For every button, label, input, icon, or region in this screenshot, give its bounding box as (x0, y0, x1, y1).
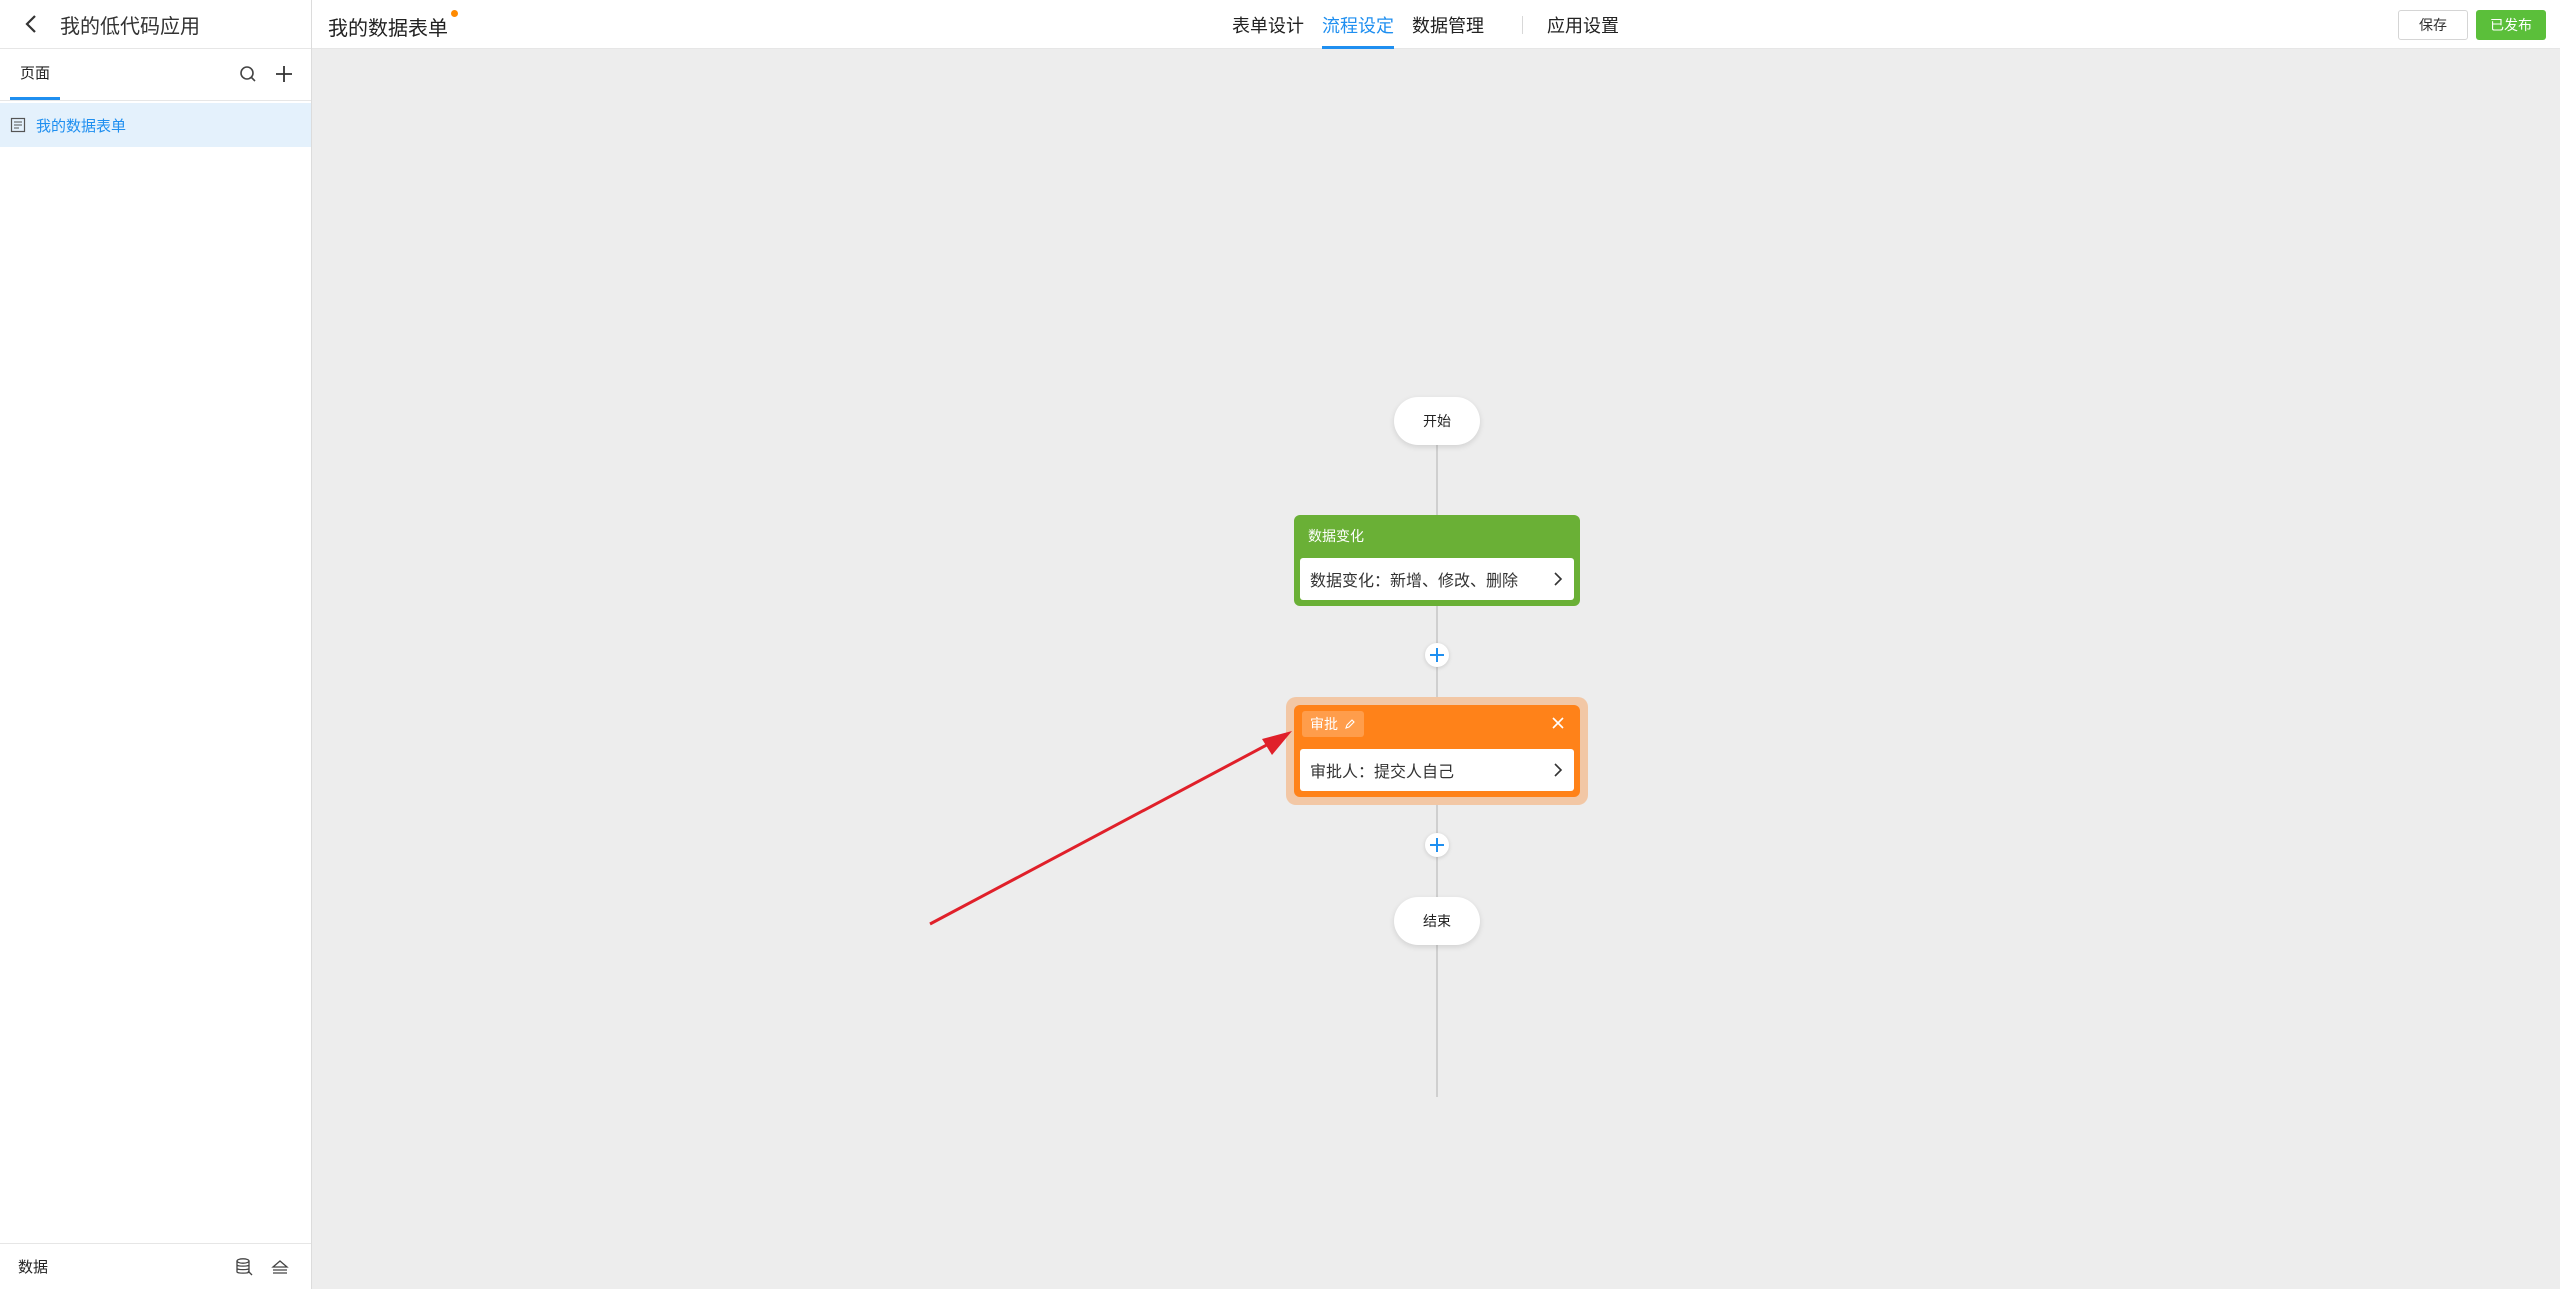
approval-body[interactable]: 审批人：提交人自己 (1300, 749, 1574, 791)
sidebar-item-my-data-form[interactable]: 我的数据表单 (0, 103, 311, 147)
sidebar-footer: 数据 (0, 1243, 311, 1289)
data-change-body[interactable]: 数据变化：新增、修改、删除 (1300, 558, 1574, 600)
tab-pages[interactable]: 页面 (10, 62, 61, 100)
form-title-text: 我的数据表单 (328, 16, 448, 40)
end-node[interactable]: 结束 (1394, 897, 1480, 945)
close-icon[interactable] (1550, 715, 1566, 731)
page-label: 我的数据表单 (36, 116, 127, 135)
add-node-button[interactable] (1425, 833, 1449, 857)
flow-canvas[interactable]: 开始 数据变化 数据变化：新增、修改、删除 审批 审批人：提交人自己 结束 (312, 49, 2560, 1289)
top-header: 我的数据表单 表单设计 流程设定 数据管理 应用设置 保存 已发布 (312, 0, 2560, 49)
tab-form-design[interactable]: 表单设计 (1232, 0, 1304, 49)
data-change-node[interactable]: 数据变化 数据变化：新增、修改、删除 (1294, 515, 1580, 606)
collapse-icon[interactable] (269, 1256, 291, 1278)
approval-title-chip[interactable]: 审批 (1302, 711, 1364, 737)
tab-app-settings[interactable]: 应用设置 (1547, 0, 1619, 49)
sidebar-tabs: 页面 (0, 49, 311, 101)
document-icon (10, 117, 26, 133)
app-title: 我的低代码应用 (60, 13, 200, 38)
data-change-text: 数据变化：新增、修改、删除 (1310, 571, 1519, 590)
data-section-label: 数据 (18, 1258, 49, 1276)
chevron-right-icon (1554, 572, 1563, 586)
plus-icon (1430, 838, 1444, 852)
approval-title: 审批 (1310, 717, 1338, 733)
database-icon[interactable] (233, 1256, 255, 1278)
edit-icon[interactable] (1344, 718, 1356, 730)
chevron-right-icon (1554, 763, 1563, 777)
sidebar: 我的低代码应用 页面 我的数据表单 数据 (0, 0, 312, 1289)
unsaved-dot (451, 10, 458, 17)
form-title: 我的数据表单 (328, 10, 458, 41)
tab-data-management[interactable]: 数据管理 (1412, 0, 1484, 49)
nav-divider (1522, 15, 1523, 34)
data-change-title: 数据变化 (1308, 529, 1364, 545)
search-icon[interactable] (237, 63, 259, 85)
tab-flow-settings[interactable]: 流程设定 (1322, 0, 1394, 49)
plus-icon (1430, 648, 1444, 662)
sidebar-header: 我的低代码应用 (0, 0, 311, 49)
add-page-icon[interactable] (273, 63, 295, 85)
save-button[interactable]: 保存 (2398, 10, 2468, 40)
back-icon[interactable] (24, 14, 44, 34)
add-node-button[interactable] (1425, 643, 1449, 667)
start-node[interactable]: 开始 (1394, 397, 1480, 445)
approval-text: 审批人：提交人自己 (1310, 762, 1455, 781)
published-button[interactable]: 已发布 (2476, 10, 2546, 40)
main-nav: 表单设计 流程设定 数据管理 应用设置 (1232, 0, 1637, 49)
approval-node[interactable]: 审批 审批人：提交人自己 (1294, 705, 1580, 797)
